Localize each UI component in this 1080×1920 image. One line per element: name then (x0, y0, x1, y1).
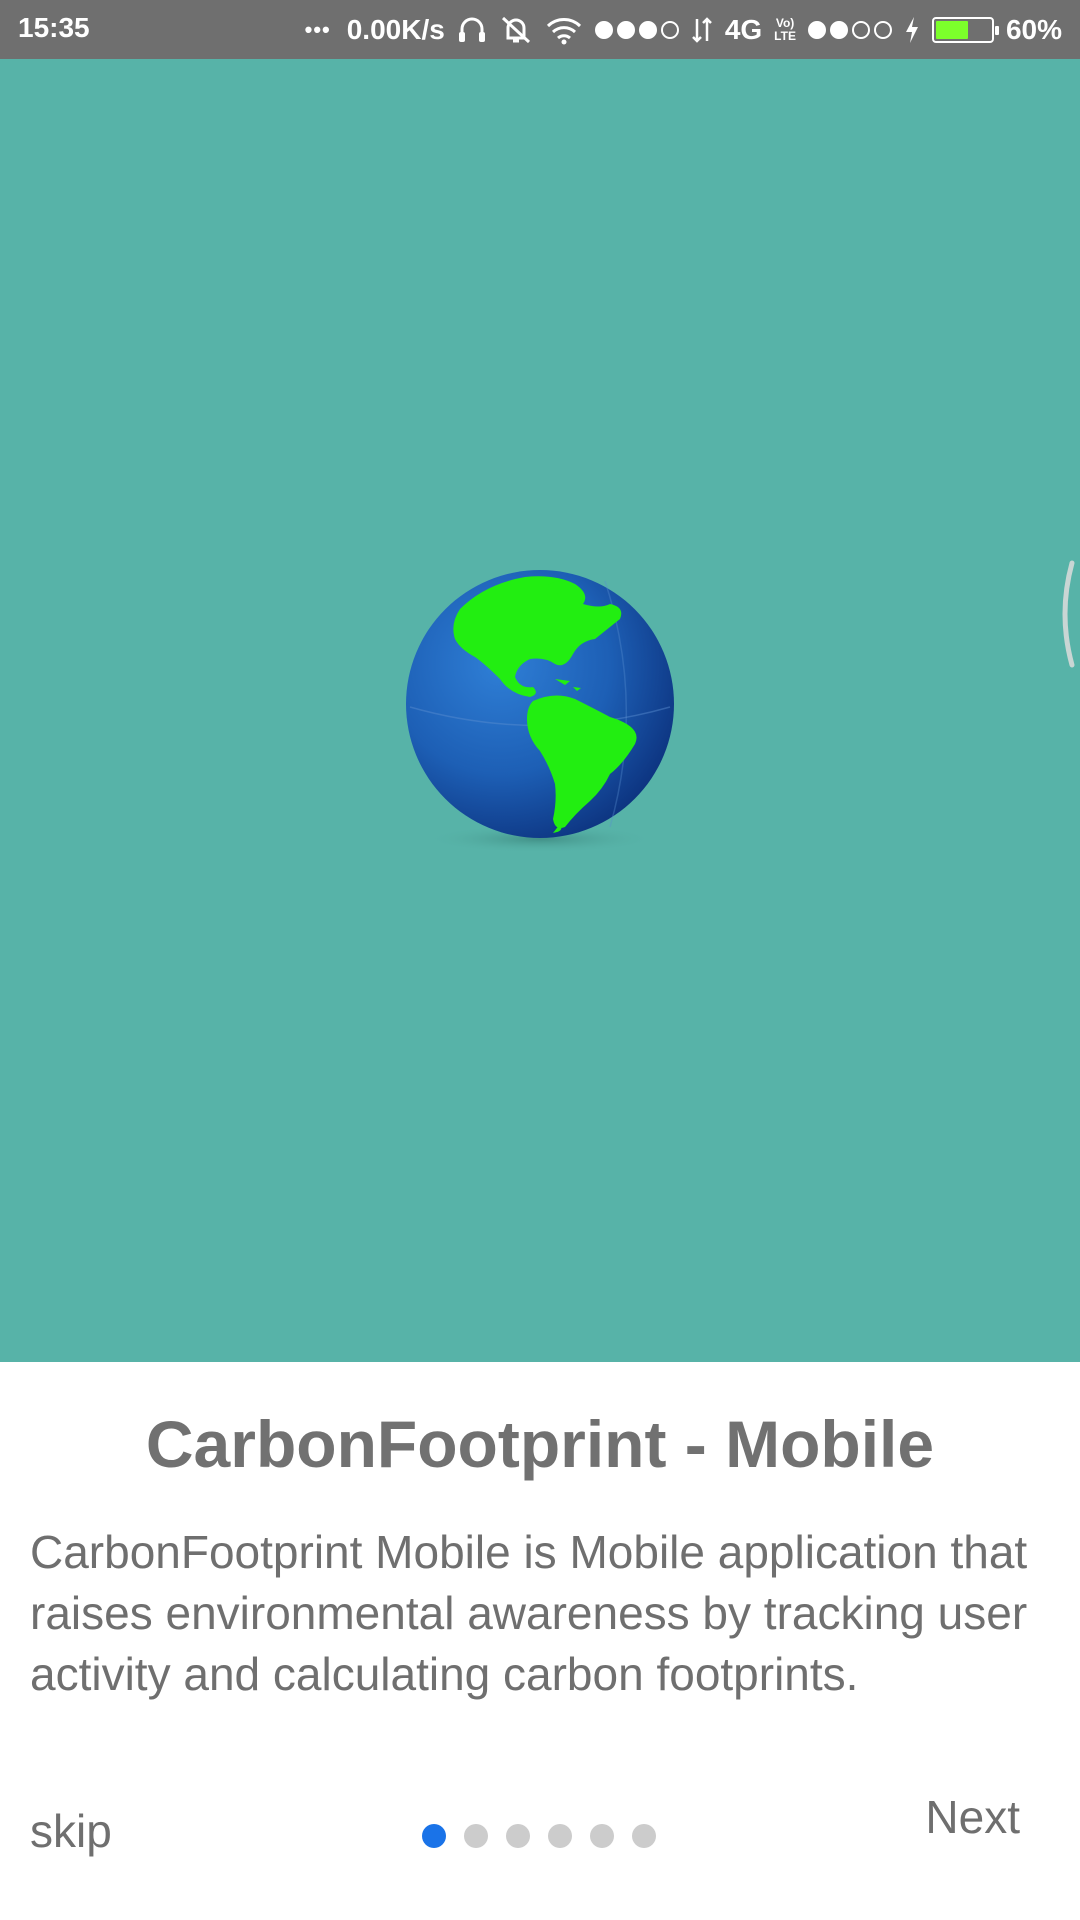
battery-icon (931, 16, 999, 43)
page-dot-3[interactable] (506, 1824, 530, 1848)
intro-description: CarbonFootprint Mobile is Mobile applica… (30, 1526, 1028, 1700)
wifi-icon (545, 15, 583, 45)
hero-banner (0, 59, 1080, 1362)
intro-panel: CarbonFootprint - Mobile CarbonFootprint… (0, 1362, 1080, 1920)
signal-dots-icon (594, 20, 679, 39)
battery-percent: 60% (1005, 13, 1062, 45)
volte-icon: Vo) LTE (774, 15, 796, 43)
mute-icon (499, 14, 533, 46)
net-speed: 0.00K/s (346, 13, 445, 45)
data-arrows-icon (691, 15, 713, 45)
signal-dots-icon-2 (807, 20, 892, 39)
skip-button[interactable]: skip (30, 1804, 112, 1858)
volte-bottom: LTE (774, 28, 796, 43)
more-notifications-icon: ••• (304, 16, 331, 42)
page-dot-4[interactable] (548, 1824, 572, 1848)
page-dot-1[interactable] (422, 1824, 446, 1848)
status-bar: 15:35 ••• 0.00K/s 4G Vo) LTE 60% (0, 0, 1080, 59)
page-dot-6[interactable] (632, 1824, 656, 1848)
globe-icon (405, 569, 675, 869)
network-type: 4G (724, 13, 763, 45)
page-indicator (422, 1824, 656, 1848)
edge-handle[interactable] (1054, 559, 1076, 669)
status-time: 15:35 (18, 12, 90, 43)
charging-icon (904, 16, 920, 44)
volte-top: Vo) (775, 15, 795, 30)
status-icons: ••• 0.00K/s 4G Vo) LTE 60% (305, 0, 1062, 59)
page-dot-2[interactable] (464, 1824, 488, 1848)
battery-level (935, 20, 969, 39)
headphones-icon (457, 14, 487, 46)
next-button[interactable]: Next (925, 1790, 1020, 1844)
page-dot-5[interactable] (590, 1824, 614, 1848)
intro-title: CarbonFootprint - Mobile (145, 1407, 935, 1481)
